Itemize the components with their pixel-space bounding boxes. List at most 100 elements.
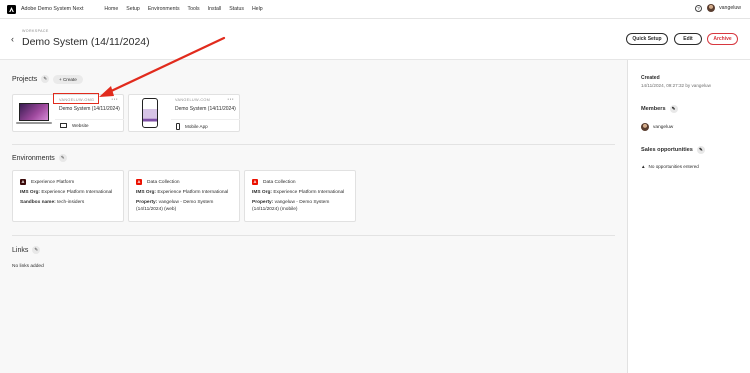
adobe-logo-icon	[7, 4, 16, 14]
environment-org: IMS Org: Experience Platform Internation…	[20, 189, 112, 196]
section-divider	[12, 144, 615, 145]
edit-members-pencil-icon[interactable]: ✎	[669, 105, 678, 113]
nav-status[interactable]: Status	[229, 6, 244, 12]
org-value: Experience Platform International	[157, 190, 229, 195]
links-section-title: Links ✎	[12, 246, 41, 254]
top-nav: Adobe Demo System Next Home Setup Enviro…	[0, 0, 750, 19]
project-type-label: Mobile App	[185, 124, 208, 129]
create-project-button[interactable]: + Create	[53, 75, 83, 84]
experience-platform-logo-icon: A	[20, 179, 26, 185]
page-title: Demo System (14/11/2024)	[22, 36, 150, 48]
user-name[interactable]: vangeluw	[719, 5, 741, 11]
project-type-label: Website	[72, 123, 89, 128]
environment-extra: Property: vangeluw - Demo System	[252, 199, 329, 206]
created-value: 14/11/2024, 09:27:32 by vangeluw	[641, 83, 711, 88]
org-label: IMS Org:	[136, 190, 156, 195]
nav-install[interactable]: Install	[208, 6, 222, 12]
project-name: Demo System (14/11/2024)	[59, 106, 120, 112]
member-item: vangeluw	[641, 123, 673, 131]
help-icon[interactable]: ?	[695, 4, 703, 12]
extra-label: Sandbox name:	[20, 200, 56, 205]
back-arrow-icon[interactable]: ‹	[11, 35, 14, 44]
links-title: Links	[12, 246, 29, 254]
main-content: Projects ✎ + Create VANGELUW-OMG Demo Sy…	[0, 60, 627, 373]
nav-home[interactable]: Home	[104, 6, 118, 12]
annotation-highlight-box	[53, 93, 99, 104]
nav-user-area: ? vangeluw	[695, 4, 741, 12]
no-links-text: No links added	[12, 264, 44, 269]
environment-name: Experience Platform	[31, 179, 75, 185]
edit-links-pencil-icon[interactable]: ✎	[32, 246, 41, 254]
data-collection-logo-icon: A	[252, 179, 258, 185]
project-meta: VANGELUW-COM	[175, 98, 211, 102]
section-divider	[12, 235, 615, 236]
environment-header: A Experience Platform	[20, 179, 74, 185]
extra-label: Property:	[252, 200, 274, 205]
no-opportunities: ▲ No opportunities entered	[641, 164, 699, 169]
projects-section-title: Projects ✎	[12, 75, 50, 83]
main-nav: Home Setup Environments Tools Install St…	[104, 6, 262, 12]
nav-tools[interactable]: Tools	[188, 6, 200, 12]
environment-org: IMS Org: Experience Platform Internation…	[136, 189, 228, 196]
laptop-thumbnail-icon	[16, 102, 52, 124]
project-thumbnail	[129, 95, 171, 131]
more-options-icon[interactable]: ···	[111, 96, 118, 103]
edit-projects-pencil-icon[interactable]: ✎	[41, 75, 50, 83]
projects-title: Projects	[12, 75, 38, 83]
edit-sales-pencil-icon[interactable]: ✎	[696, 146, 705, 154]
sales-section-title: Sales opportunities ✎	[641, 146, 705, 154]
environment-card[interactable]: A Data Collection IMS Org: Experience Pl…	[128, 170, 240, 222]
extra-value: tech-insiders	[57, 200, 85, 205]
avatar[interactable]	[707, 4, 716, 12]
workspace-label: WORKSPACE	[22, 29, 49, 33]
extra-value: vangeluw - Demo System	[158, 200, 214, 205]
environment-header: A Data Collection	[136, 179, 180, 185]
project-card-mobile[interactable]: VANGELUW-COM Demo System (14/11/2024) ··…	[128, 94, 240, 132]
no-opportunities-text: No opportunities entered	[648, 164, 699, 169]
environment-extra: Property: vangeluw - Demo System	[136, 199, 213, 206]
card-divider	[55, 119, 124, 120]
members-title: Members	[641, 106, 666, 112]
page-header: ‹ WORKSPACE Demo System (14/11/2024) Qui…	[0, 19, 750, 60]
environment-card[interactable]: A Experience Platform IMS Org: Experienc…	[12, 170, 124, 222]
card-divider	[171, 119, 240, 120]
details-sidebar: Created 14/11/2024, 09:27:32 by vangeluw…	[627, 60, 750, 373]
nav-setup[interactable]: Setup	[126, 6, 140, 12]
edit-button[interactable]: Edit	[674, 33, 702, 45]
org-value: Experience Platform International	[41, 190, 113, 195]
sales-title: Sales opportunities	[641, 147, 693, 153]
environment-header: A Data Collection	[252, 179, 296, 185]
org-label: IMS Org:	[252, 190, 272, 195]
create-label: Create	[62, 77, 77, 82]
environments-title: Environments	[12, 154, 55, 162]
nav-help[interactable]: Help	[252, 6, 263, 12]
org-value: Experience Platform International	[273, 190, 345, 195]
org-label: IMS Org:	[20, 190, 40, 195]
created-label: Created	[641, 75, 660, 81]
environment-card[interactable]: A Data Collection IMS Org: Experience Pl…	[244, 170, 356, 222]
quick-setup-button[interactable]: Quick Setup	[626, 33, 668, 45]
member-avatar	[641, 123, 649, 131]
environment-extra-2: (14/11/2024) (mobile)	[252, 207, 298, 212]
app-name[interactable]: Adobe Demo System Next	[21, 6, 83, 12]
member-name: vangeluw	[653, 124, 674, 130]
environment-name: Data Collection	[147, 179, 180, 185]
edit-environments-pencil-icon[interactable]: ✎	[58, 154, 67, 162]
data-collection-logo-icon: A	[136, 179, 142, 185]
project-type: Website	[60, 123, 89, 128]
environment-extra-2: (14/11/2024) (web)	[136, 207, 177, 212]
archive-button[interactable]: Archive	[707, 33, 738, 45]
alert-icon: ▲	[641, 164, 646, 169]
phone-thumbnail-icon	[142, 98, 158, 128]
environments-section-title: Environments ✎	[12, 154, 67, 162]
more-options-icon[interactable]: ···	[227, 96, 234, 103]
mobile-icon	[176, 123, 180, 130]
extra-value: vangeluw - Demo System	[274, 200, 330, 205]
environment-org: IMS Org: Experience Platform Internation…	[252, 189, 344, 196]
project-type: Mobile App	[176, 123, 208, 130]
extra-label: Property:	[136, 200, 158, 205]
project-name: Demo System (14/11/2024)	[175, 106, 236, 112]
project-thumbnail	[13, 95, 55, 131]
environment-name: Data Collection	[263, 179, 296, 185]
nav-environments[interactable]: Environments	[148, 6, 180, 12]
